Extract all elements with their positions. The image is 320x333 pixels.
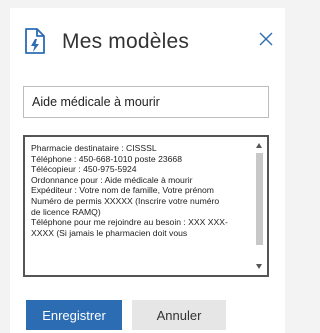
template-body-line: de licence RAMQ) [31,206,101,217]
scroll-down-arrow-icon[interactable] [256,264,262,269]
template-body-line: Téléphone : 450-668-1010 poste 23668 [31,153,182,164]
template-body-text: Pharmacie destinataire : CISSSL Téléphone… [31,143,249,271]
scroll-up-arrow-icon[interactable] [256,143,262,148]
close-icon[interactable] [259,32,273,46]
document-lightning-icon [25,28,45,54]
template-body-line: Télécopieur : 450-975-5924 [31,164,137,175]
templates-dialog: Mes modèles Pharmacie destinataire : CIS… [10,8,285,333]
dialog-title: Mes modèles [62,30,190,53]
scrollbar-thumb[interactable] [256,153,263,245]
template-body-line: XXXX (Si jamais le pharmacien doit vous [31,227,188,238]
vertical-scrollbar[interactable] [254,141,265,271]
template-body-line: Numéro de permis XXXXX (Inscrire votre n… [31,195,220,206]
template-body-textarea[interactable]: Pharmacie destinataire : CISSSL Téléphone… [23,135,269,277]
template-body-line: Expéditeur : Votre nom de famille, Votre… [31,185,214,196]
cancel-button[interactable]: Annuler [132,300,226,330]
template-body-line: Ordonnance pour : Aide médicale à mourir [31,174,193,185]
template-body-line: Pharmacie destinataire : CISSSL [31,143,157,153]
template-body-line: Téléphone pour me rejoindre au besoin : … [31,217,228,228]
save-button[interactable]: Enregistrer [26,300,122,330]
template-name-input[interactable] [23,86,269,118]
